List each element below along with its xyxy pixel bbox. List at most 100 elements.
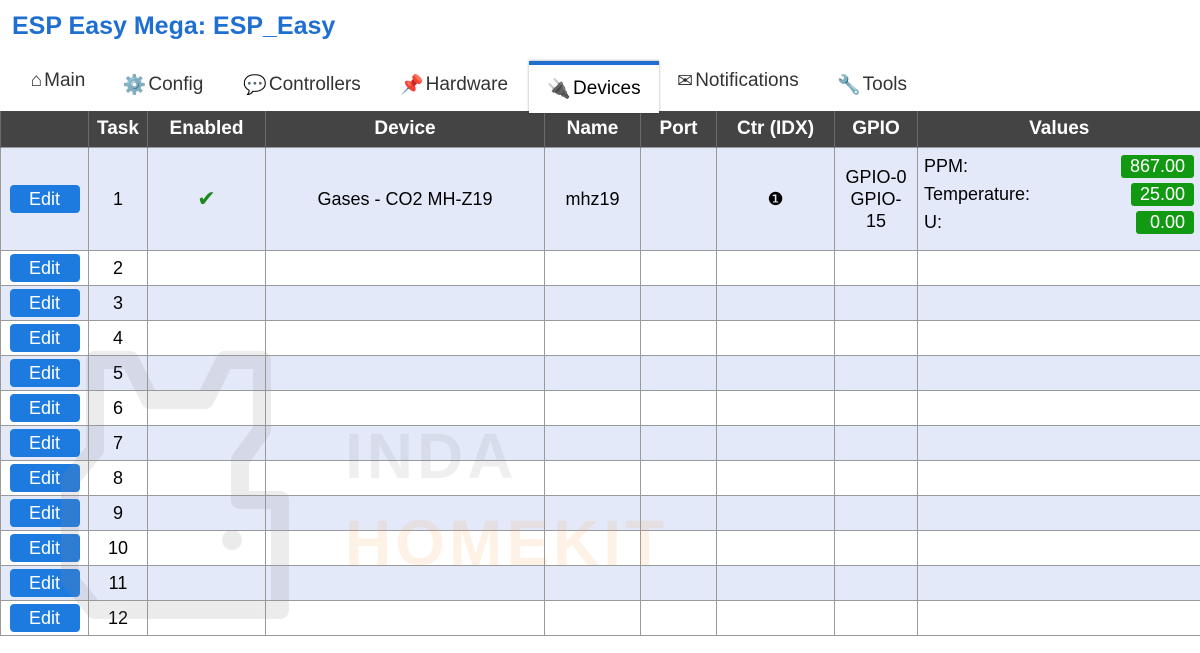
- empty-cell: [544, 320, 641, 356]
- empty-cell: [147, 565, 266, 601]
- tab-label: Config: [148, 74, 204, 95]
- edit-button[interactable]: Edit: [9, 289, 80, 317]
- empty-cell: [834, 390, 918, 426]
- empty-cell: [834, 565, 918, 601]
- edit-button[interactable]: Edit: [9, 604, 80, 632]
- empty-cell: [147, 530, 266, 566]
- table-row: Edit 3: [0, 285, 1200, 321]
- empty-cell: [917, 250, 1200, 286]
- empty-cell: [917, 495, 1200, 531]
- empty-cell: [265, 425, 545, 461]
- empty-cell: [544, 285, 641, 321]
- empty-cell: [147, 320, 266, 356]
- edit-button[interactable]: Edit: [9, 464, 80, 492]
- col-header-task: Task: [88, 111, 148, 148]
- table-row: Edit 5: [0, 355, 1200, 391]
- empty-cell: [834, 460, 918, 496]
- task-number: 1: [88, 147, 148, 251]
- col-header-name: Name: [544, 111, 641, 148]
- table-row: Edit 7: [0, 425, 1200, 461]
- empty-cell: [147, 600, 266, 636]
- task-number: 5: [88, 355, 148, 391]
- edit-button[interactable]: Edit: [9, 254, 80, 282]
- tab-label: Controllers: [268, 74, 361, 95]
- empty-cell: [640, 495, 717, 531]
- empty-cell: [834, 320, 918, 356]
- edit-button[interactable]: Edit: [9, 359, 80, 387]
- gpio-line: GPIO-0: [845, 167, 907, 187]
- values-cell: PPM: 867.00 Temperature: 25.00 U: 0.00: [917, 147, 1200, 251]
- edit-button[interactable]: Edit: [9, 569, 80, 597]
- edit-button[interactable]: Edit: [9, 185, 80, 213]
- empty-cell: [544, 390, 641, 426]
- empty-cell: [544, 565, 641, 601]
- empty-cell: [716, 565, 835, 601]
- empty-cell: [265, 285, 545, 321]
- speech-bubble-icon: 💬: [243, 75, 267, 96]
- gpio-line: 15: [865, 211, 887, 231]
- task-number: 6: [88, 390, 148, 426]
- empty-cell: [544, 460, 641, 496]
- empty-cell: [917, 390, 1200, 426]
- task-number: 4: [88, 320, 148, 356]
- empty-cell: [716, 460, 835, 496]
- home-icon: ⌂: [30, 70, 43, 91]
- empty-cell: [640, 565, 717, 601]
- empty-cell: [834, 425, 918, 461]
- tab-main[interactable]: ⌂ Main: [22, 56, 94, 106]
- task-number: 8: [88, 460, 148, 496]
- empty-cell: [544, 600, 641, 636]
- task-number: 12: [88, 600, 148, 636]
- empty-cell: [265, 355, 545, 391]
- empty-cell: [834, 530, 918, 566]
- empty-cell: [640, 285, 717, 321]
- empty-cell: [834, 285, 918, 321]
- tab-label: Tools: [862, 74, 908, 95]
- devices-table: Task Enabled Device Name Port Ctr (IDX) …: [0, 111, 1200, 636]
- empty-cell: [716, 600, 835, 636]
- table-row: Edit 12: [0, 600, 1200, 636]
- tab-label: Notifications: [695, 70, 799, 91]
- empty-cell: [544, 425, 641, 461]
- col-header-device: Device: [265, 111, 545, 148]
- tab-config[interactable]: ⚙️ Config: [118, 60, 208, 110]
- pushpin-icon: 📌: [399, 75, 424, 96]
- device-cell: Gases - CO2 MH-Z19: [265, 147, 545, 251]
- empty-cell: [265, 495, 545, 531]
- tab-notifications[interactable]: ✉ Notifications: [676, 56, 800, 106]
- empty-cell: [265, 600, 545, 636]
- task-number: 7: [88, 425, 148, 461]
- table-row: Edit 2: [0, 250, 1200, 286]
- page-title: ESP Easy Mega: ESP_Easy: [12, 12, 336, 40]
- edit-button[interactable]: Edit: [9, 429, 80, 457]
- edit-button[interactable]: Edit: [9, 534, 80, 562]
- empty-cell: [147, 460, 266, 496]
- empty-cell: [640, 530, 717, 566]
- empty-cell: [716, 530, 835, 566]
- empty-cell: [640, 250, 717, 286]
- tab-label: Hardware: [425, 74, 509, 95]
- value-name: Temperature:: [924, 183, 1031, 204]
- empty-cell: [834, 600, 918, 636]
- tab-tools[interactable]: 🔧 Tools: [834, 60, 910, 110]
- col-header-port: Port: [640, 111, 717, 148]
- checkmark-icon: ✔: [197, 186, 216, 211]
- tab-hardware[interactable]: 📌 Hardware: [396, 60, 512, 110]
- empty-cell: [917, 320, 1200, 356]
- empty-cell: [917, 565, 1200, 601]
- edit-button[interactable]: Edit: [9, 394, 80, 422]
- empty-cell: [265, 530, 545, 566]
- empty-cell: [265, 460, 545, 496]
- empty-cell: [147, 425, 266, 461]
- table-row: Edit 6: [0, 390, 1200, 426]
- col-header-values: Values: [917, 111, 1200, 148]
- edit-button[interactable]: Edit: [9, 499, 80, 527]
- empty-cell: [640, 425, 717, 461]
- tab-controllers[interactable]: 💬 Controllers: [240, 60, 364, 110]
- tab-label: Main: [44, 70, 86, 91]
- task-number: 9: [88, 495, 148, 531]
- tab-devices[interactable]: 🔌 Devices: [529, 61, 659, 113]
- value-badge: 0.00: [1136, 210, 1194, 234]
- edit-button[interactable]: Edit: [9, 324, 80, 352]
- plug-icon: 🔌: [547, 79, 572, 100]
